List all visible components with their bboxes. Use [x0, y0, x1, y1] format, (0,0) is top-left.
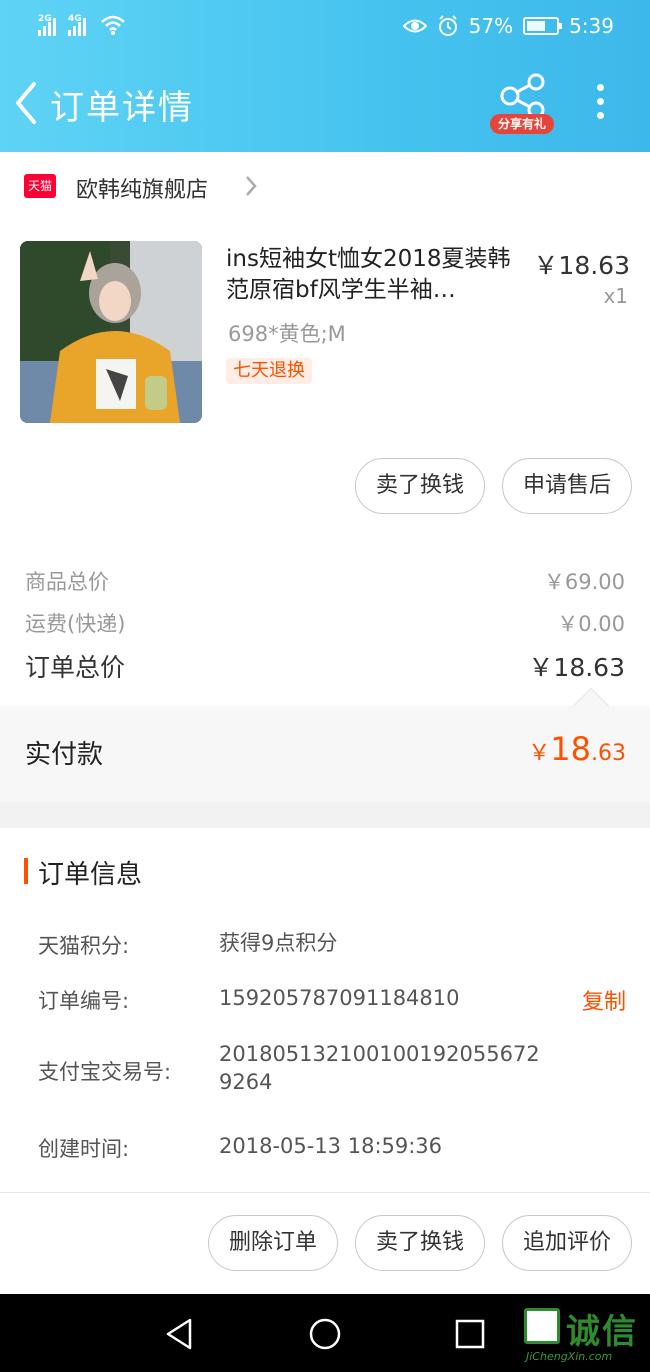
order-total-value: ￥18.63 [528, 653, 625, 682]
sell-button-bottom[interactable]: 卖了换钱 [355, 1215, 485, 1271]
copy-button[interactable]: 复制 [582, 984, 626, 1016]
shop-row[interactable]: 天猫 欧韩纯旗舰店 [0, 152, 650, 220]
nav-back-icon[interactable] [160, 1314, 200, 1354]
paid-integer: 18 [550, 730, 591, 768]
alipay-trade-label: 支付宝交易号: [38, 1060, 172, 1084]
order-info-section: 订单信息 天猫积分: 获得9点积分 订单编号: 1592057870911848… [0, 828, 650, 1192]
alipay-trade-value-line2: 9264 [219, 1070, 273, 1094]
paid-amount: ￥18.63 [528, 730, 626, 768]
order-number-label: 订单编号: [38, 989, 130, 1013]
product-quantity: x1 [603, 284, 628, 308]
add-review-button[interactable]: 追加评价 [502, 1215, 632, 1271]
paid-label: 实付款 [25, 740, 104, 770]
return-policy-badge: 七天退换 [226, 358, 312, 384]
goods-total-value: ￥69.00 [543, 570, 625, 594]
paid-currency: ￥ [528, 741, 551, 766]
signal-sim1-icon: 2G [38, 14, 56, 36]
shipping-row: 运费(快递) ￥0.00 [25, 608, 625, 638]
page-title: 订单详情 [50, 88, 194, 128]
system-nav-bar: 诚信 JiChengXin.com [0, 1294, 650, 1372]
section-accent-bar [24, 858, 28, 884]
order-number-value: 159205787091184810 [219, 986, 460, 1010]
sim1-label: 2G [38, 14, 52, 24]
created-time-label: 创建时间: [38, 1137, 130, 1161]
watermark-text: 诚信 [566, 1312, 638, 1352]
back-icon[interactable] [10, 78, 50, 128]
more-menu-icon[interactable] [590, 84, 610, 124]
goods-total-label: 商品总价 [25, 570, 109, 594]
tmall-badge: 天猫 [24, 174, 56, 198]
points-label: 天猫积分: [38, 934, 130, 958]
product-price: ￥18.63 [533, 251, 630, 280]
goods-total-row: 商品总价 ￥69.00 [25, 566, 625, 596]
share-button[interactable]: 分享有礼 [490, 72, 556, 136]
points-value: 获得9点积分 [219, 931, 338, 955]
battery-icon [523, 17, 563, 35]
alipay-trade-value-line1: 20180513210010019205567​2 [219, 1042, 540, 1066]
watermark-logo: 诚信 JiChengXin.com [524, 1302, 646, 1366]
shipping-value: ￥0.00 [557, 612, 625, 636]
order-info-title: 订单信息 [38, 860, 143, 890]
battery-percent: 57% [468, 14, 514, 38]
sim2-label: 4G [68, 14, 82, 24]
shipping-label: 运费(快递) [25, 612, 126, 636]
sell-button[interactable]: 卖了换钱 [355, 458, 485, 514]
after-sale-button[interactable]: 申请售后 [502, 458, 632, 514]
chevron-right-icon [246, 176, 257, 196]
product-thumbnail[interactable] [20, 241, 202, 423]
status-bar: 2G 4G 57% 5:39 [0, 0, 650, 56]
order-total-row: 订单总价 ￥18.63 [25, 648, 625, 684]
clock: 5:39 [569, 14, 614, 38]
signal-sim2-icon: 4G [68, 14, 86, 36]
delete-order-button[interactable]: 删除订单 [208, 1215, 338, 1271]
wifi-icon [101, 15, 125, 35]
eye-icon [402, 19, 427, 33]
order-total-label: 订单总价 [25, 653, 126, 682]
order-card: 天猫 欧韩纯旗舰店 ins短袖女t恤女2018夏装韩范原宿bf风学生半袖… ￥1… [0, 152, 650, 802]
product-sku: 698*黄色;M [228, 322, 346, 346]
nav-recents-icon[interactable] [450, 1314, 490, 1354]
bottom-action-bar: 删除订单 卖了换钱 追加评价 [0, 1192, 650, 1294]
watermark-sub: JiChengXin.com [526, 1350, 613, 1363]
share-icon [500, 73, 545, 118]
paid-decimal: .63 [591, 741, 626, 766]
watermark-seal-icon [524, 1308, 560, 1344]
alarm-icon [438, 15, 457, 36]
top-bar: 2G 4G 57% 5:39 订单详情 分享有礼 [0, 0, 650, 152]
nav-home-icon[interactable] [305, 1314, 345, 1354]
product-title[interactable]: ins短袖女t恤女2018夏装韩范原宿bf风学生半袖… [226, 244, 516, 306]
created-time-value: 2018-05-13 18:59:36 [219, 1134, 443, 1158]
share-label: 分享有礼 [490, 114, 554, 134]
shop-name: 欧韩纯旗舰店 [76, 178, 209, 203]
